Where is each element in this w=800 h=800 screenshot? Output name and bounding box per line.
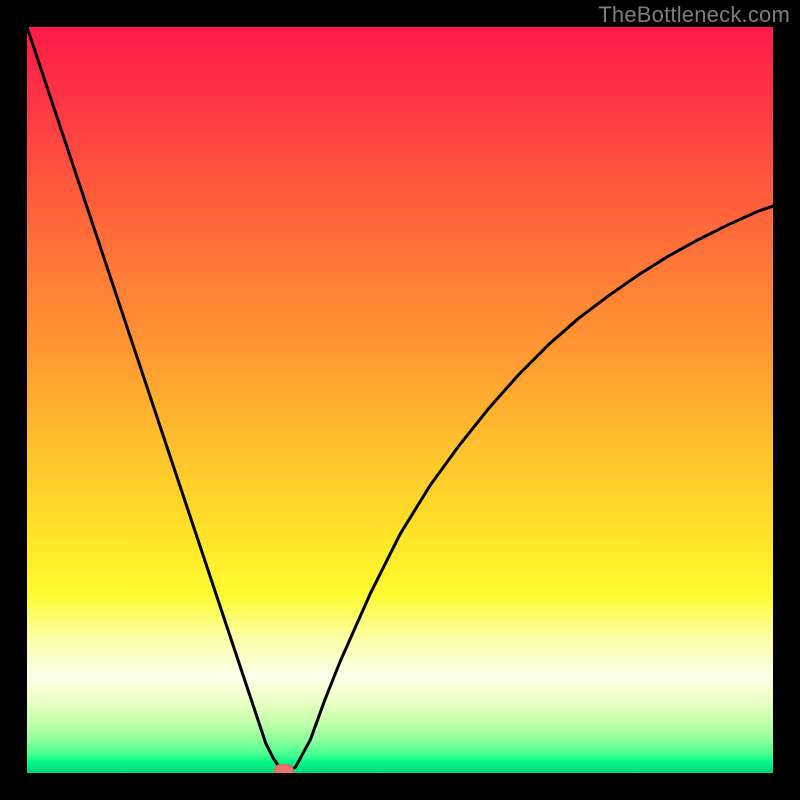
chart-frame: TheBottleneck.com [0,0,800,800]
watermark-text: TheBottleneck.com [598,2,790,28]
bottleneck-curve [27,27,773,773]
plot-area [27,27,773,773]
optimum-marker [274,764,294,773]
